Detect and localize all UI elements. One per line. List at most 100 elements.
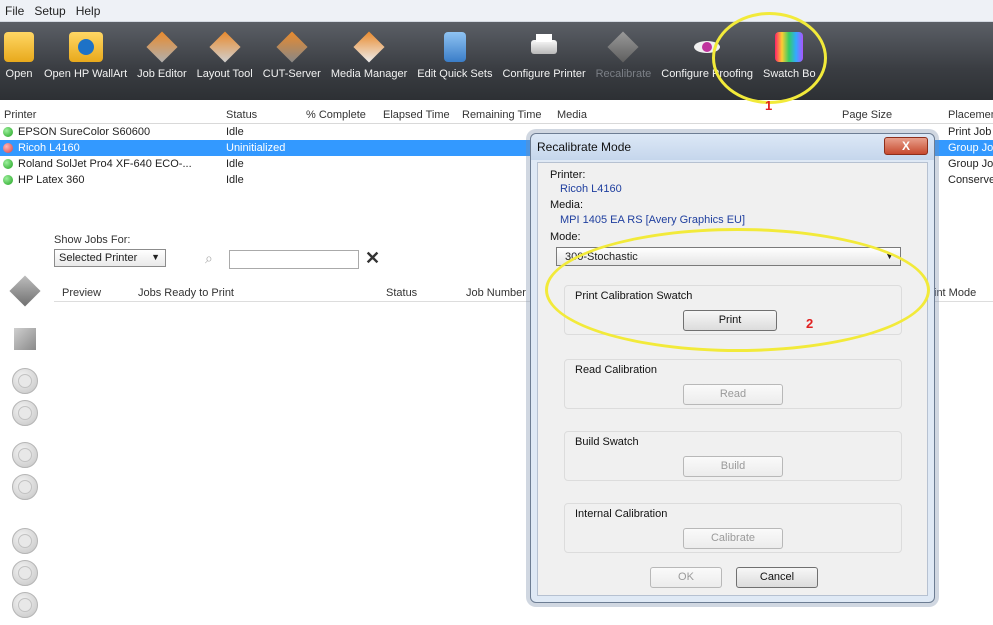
media-value: MPI 1405 EA RS [Avery Graphics EU] [560,214,746,226]
col-printer[interactable]: Printer [4,109,36,121]
annotation-circle-print [545,228,930,352]
printer-status: Uninitialized [226,142,286,154]
cut-server-icon [275,31,309,63]
folder-icon [4,32,34,62]
col-jobs-ready[interactable]: Jobs Ready to Print [138,287,234,299]
status-ready-icon [3,159,13,169]
col-placement[interactable]: Placemen [948,109,993,121]
printer-status: Idle [226,174,244,186]
move-down-icon[interactable] [12,442,38,468]
recalibrate-label: Recalibrate [595,68,652,80]
col-print-mode[interactable]: int Mode [934,287,976,299]
printer-status: Idle [226,158,244,170]
media-label: Media: [550,199,584,211]
internal-calibration-group: Internal Calibration Calibrate [564,503,902,553]
show-jobs-for-label: Show Jobs For: [54,234,131,246]
printer-label: Printer: [550,169,586,181]
read-calibration-group: Read Calibration Read [564,359,902,409]
job-editor-button[interactable]: Job Editor [137,22,187,100]
configure-printer-label: Configure Printer [502,68,586,80]
show-jobs-for-value: Selected Printer [59,252,138,264]
job-editor-label: Job Editor [137,68,187,80]
main-toolbar: Open Open HP WallArt Job Editor Layout T… [0,22,993,100]
dialog-close-button[interactable]: X [884,137,928,155]
build-button[interactable]: Build [683,456,783,477]
menu-help[interactable]: Help [74,4,109,18]
col-page-size[interactable]: Page Size [842,109,892,121]
printer-name: EPSON SureColor S60600 [18,126,151,138]
media-manager-label: Media Manager [330,68,408,80]
open-button[interactable]: Open [4,22,34,100]
menu-file[interactable]: File [3,4,32,18]
show-jobs-for-select[interactable]: Selected Printer ▼ [54,249,166,267]
edit-quick-sets-button[interactable]: Edit Quick Sets [417,22,492,100]
app-window: File Setup Help Open Open HP WallArt Job… [0,0,993,625]
printer-table-header: Printer Status % Complete Elapsed Time R… [0,106,993,124]
build-swatch-group: Build Swatch Build [564,431,902,481]
search-icon: ⌕ [205,250,213,266]
layout-tool-button[interactable]: Layout Tool [197,22,253,100]
col-status[interactable]: Status [226,109,257,121]
layout-tool-icon [208,31,242,63]
mode-label: Mode: [550,231,581,243]
recalibrate-icon [606,31,640,63]
preview-icon[interactable] [14,328,36,350]
printer-name: Roland SolJet Pro4 XF-640 ECO-... [18,158,192,170]
dialog-title: Recalibrate Mode [537,140,632,154]
printer-icon [527,32,561,62]
quick-sets-icon [443,32,466,62]
hold-job-icon[interactable] [12,592,38,618]
printer-placement: Print Job [948,126,992,138]
annotation-circle-recalibrate [712,12,827,104]
move-top-icon[interactable] [12,368,38,394]
cancel-button[interactable]: Cancel [736,567,818,588]
job-editor-icon [145,31,179,63]
annotation-step-2: 2 [806,316,814,331]
recalibrate-mode-dialog: Recalibrate Mode X Printer: Ricoh L4160 … [530,133,935,603]
layout-tool-label: Layout Tool [196,68,253,80]
media-manager-icon [352,31,386,63]
open-label: Open [5,68,33,80]
printer-name: Ricoh L4160 [18,142,80,154]
configure-printer-button[interactable]: Configure Printer [502,22,586,100]
col-job-status[interactable]: Status [386,287,417,299]
cut-server-button[interactable]: CUT-Server [263,22,321,100]
delete-job-icon[interactable] [12,560,38,586]
col-elapsed[interactable]: Elapsed Time [383,109,450,121]
calibrate-button[interactable]: Calibrate [683,528,783,549]
status-ready-icon [3,175,13,185]
annotation-step-1: 1 [765,98,773,113]
open-hp-wallart-button[interactable]: Open HP WallArt [44,22,127,100]
printer-name: HP Latex 360 [18,174,85,186]
job-actions-sidebar [0,275,50,625]
group-label: Internal Calibration [575,508,668,520]
printer-status: Idle [226,126,244,138]
read-button[interactable]: Read [683,384,783,405]
chevron-down-icon: ▼ [151,252,160,262]
recalibrate-button[interactable]: Recalibrate [595,22,652,100]
hp-wallart-icon [68,32,103,62]
open-hp-wallart-label: Open HP WallArt [44,68,128,80]
print-job-icon[interactable] [12,528,38,554]
col-media[interactable]: Media [557,109,587,121]
col-complete[interactable]: % Complete [306,109,366,121]
move-up-icon[interactable] [12,400,38,426]
move-bottom-icon[interactable] [12,474,38,500]
printer-placement: Group Jo [948,142,993,154]
col-job-number[interactable]: Job Number [466,287,526,299]
media-manager-button[interactable]: Media Manager [331,22,407,100]
group-label: Read Calibration [575,364,657,376]
status-error-icon [3,143,13,153]
printer-placement: Conserve [948,174,993,186]
clear-search-icon[interactable]: ✕ [365,248,380,269]
cut-server-label: CUT-Server [262,68,321,80]
printer-value: Ricoh L4160 [560,183,622,195]
menu-setup[interactable]: Setup [32,4,73,18]
ok-button[interactable]: OK [650,567,722,588]
edit-quick-sets-label: Edit Quick Sets [417,68,493,80]
search-input[interactable] [229,250,359,269]
col-preview[interactable]: Preview [62,287,101,299]
col-remaining[interactable]: Remaining Time [462,109,541,121]
job-editor-icon[interactable] [9,275,41,307]
group-label: Build Swatch [575,436,639,448]
